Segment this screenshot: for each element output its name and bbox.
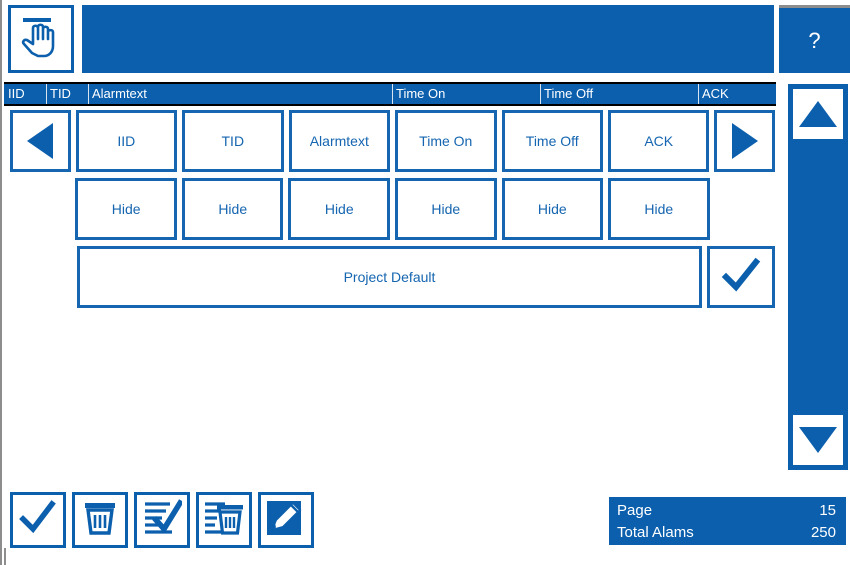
acknowledge-all-button[interactable]	[134, 492, 190, 548]
hand-touch-icon	[18, 13, 64, 66]
pencil-icon	[266, 499, 306, 542]
preset-select[interactable]: Project Default	[77, 246, 702, 308]
page-label: Page	[617, 502, 653, 519]
list-check-icon	[142, 498, 184, 542]
hide-button-time-off[interactable]: Hide	[501, 178, 604, 240]
next-column-page-button[interactable]	[714, 110, 776, 172]
preset-row-left-spacer	[10, 246, 72, 308]
list-trash-icon	[203, 499, 245, 542]
preset-confirm-button[interactable]	[707, 246, 775, 308]
window-title-bar	[82, 5, 774, 73]
delete-all-button[interactable]	[196, 492, 252, 548]
hide-row: Hide Hide Hide Hide Hide Hide	[10, 178, 780, 240]
column-name-row: IID TID Alarmtext Time On Time Off ACK	[10, 110, 780, 172]
check-icon	[19, 499, 57, 541]
triangle-down-icon	[799, 427, 837, 453]
hide-row-right-spacer	[715, 178, 775, 240]
scroll-up-button[interactable]	[793, 89, 843, 139]
column-header-iid: IID	[8, 86, 25, 101]
check-icon	[721, 257, 761, 298]
column-header-time-on: Time On	[392, 84, 540, 104]
status-panel: Page 15 Total Alams 250	[609, 497, 846, 545]
prev-column-page-button[interactable]	[10, 110, 71, 172]
column-button-time-on[interactable]: Time On	[395, 110, 497, 172]
frame-stub	[4, 548, 6, 565]
vertical-scrollbar[interactable]	[788, 84, 848, 470]
alarm-table-column-header: IID TID Alarmtext Time On Time Off ACK	[4, 82, 776, 106]
bottom-toolbar	[10, 492, 320, 548]
column-button-time-off[interactable]: Time Off	[501, 110, 603, 172]
column-button-tid[interactable]: TID	[182, 110, 284, 172]
help-button[interactable]: ?	[779, 5, 850, 73]
hide-button-tid[interactable]: Hide	[181, 178, 284, 240]
column-button-ack[interactable]: ACK	[607, 110, 710, 172]
column-button-alarmtext[interactable]: Alarmtext	[288, 110, 391, 172]
hide-button-ack[interactable]: Hide	[608, 178, 710, 240]
scroll-down-button[interactable]	[793, 415, 843, 465]
acknowledge-button[interactable]	[10, 492, 66, 548]
triangle-left-icon	[27, 123, 54, 159]
total-alarms-status-row: Total Alams 250	[617, 522, 836, 544]
column-header-alarmtext: Alarmtext	[88, 84, 392, 104]
hide-button-time-on[interactable]: Hide	[394, 178, 497, 240]
alarm-configuration-screen: ? IID TID Alarmtext Time On Time Off ACK…	[0, 0, 850, 565]
edit-button[interactable]	[258, 492, 314, 548]
hide-button-alarmtext[interactable]: Hide	[288, 178, 390, 240]
hide-button-iid[interactable]: Hide	[75, 178, 177, 240]
preset-row: Project Default	[10, 246, 780, 308]
column-configuration-panel: IID TID Alarmtext Time On Time Off ACK H…	[10, 110, 780, 314]
total-alarms-value: 250	[810, 524, 836, 541]
column-button-iid[interactable]: IID	[75, 110, 178, 172]
delete-button[interactable]	[72, 492, 128, 548]
top-bar: ?	[4, 3, 850, 75]
page-value: 15	[819, 502, 836, 519]
column-header-tid: TID	[46, 84, 88, 104]
page-status-row: Page 15	[617, 500, 836, 522]
total-alarms-label: Total Alams	[617, 524, 694, 541]
triangle-up-icon	[799, 101, 837, 127]
question-mark-icon: ?	[808, 27, 821, 53]
triangle-right-icon	[731, 123, 758, 159]
column-header-ack: ACK	[698, 84, 772, 104]
hand-touch-icon-button[interactable]	[8, 5, 74, 73]
hide-row-left-spacer	[10, 178, 70, 240]
column-header-time-off: Time Off	[540, 84, 698, 104]
trash-icon	[82, 499, 118, 542]
